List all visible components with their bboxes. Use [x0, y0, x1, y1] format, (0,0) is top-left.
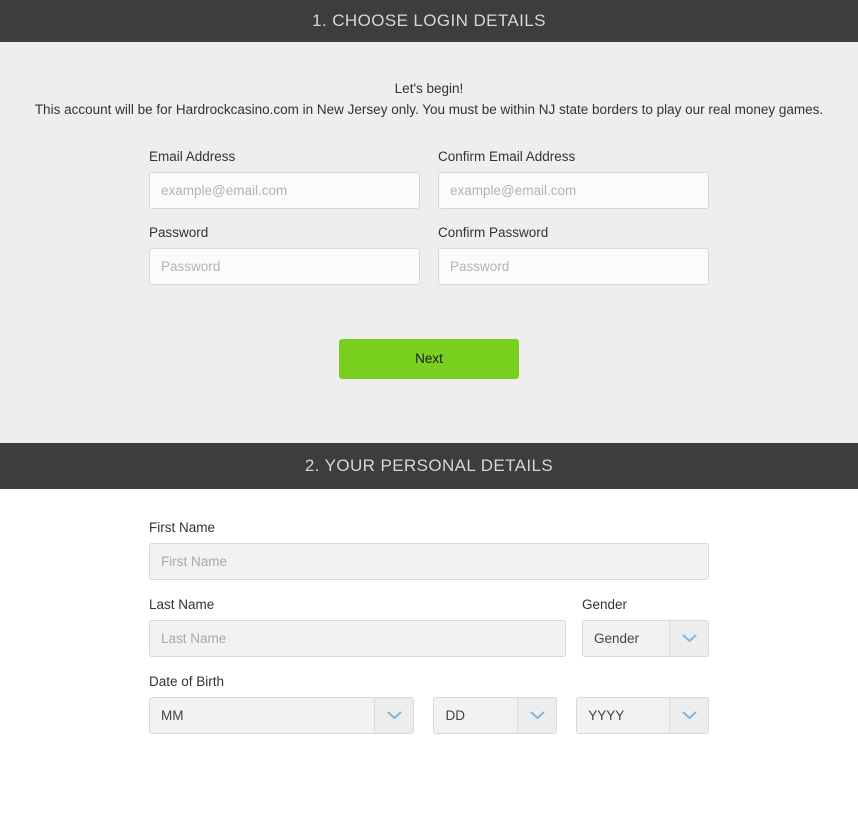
gender-select-value: Gender [594, 631, 640, 646]
login-details-body: Let's begin! This account will be for Ha… [0, 42, 858, 443]
chevron-down-icon[interactable] [669, 698, 708, 733]
section-login-details: 1. CHOOSE LOGIN DETAILS Let's begin! Thi… [0, 0, 858, 443]
birth-month-select[interactable]: MM [149, 697, 415, 734]
next-button[interactable]: Next [339, 339, 519, 379]
password-input[interactable] [149, 248, 420, 285]
intro-line-1: Let's begin! [394, 81, 464, 96]
last-name-gender-row: Last Name Gender Gender [149, 597, 709, 657]
confirm-email-field-group: Confirm Email Address [438, 149, 709, 209]
email-label: Email Address [149, 149, 236, 164]
password-label: Password [149, 225, 209, 240]
next-button-wrapper: Next [149, 301, 709, 379]
first-name-field-group: First Name [149, 520, 709, 580]
login-form: Email Address Confirm Email Address Pass… [149, 120, 709, 379]
chevron-down-icon[interactable] [517, 698, 557, 733]
personal-form: First Name Last Name Gender Gender [149, 489, 709, 734]
first-name-label: First Name [149, 520, 216, 535]
password-row: Password Confirm Password [149, 225, 709, 285]
confirm-password-field-group: Confirm Password [438, 225, 709, 285]
section-personal-details: 2. YOUR PERSONAL DETAILS First Name Last… [0, 443, 858, 771]
gender-field-group: Gender Gender [582, 597, 709, 657]
birth-day-select-value: DD [445, 708, 465, 723]
confirm-email-input[interactable] [438, 172, 709, 209]
last-name-input[interactable] [149, 620, 566, 657]
gender-label: Gender [582, 597, 628, 612]
email-row: Email Address Confirm Email Address [149, 149, 709, 209]
confirm-password-label: Confirm Password [438, 225, 549, 240]
last-name-field-group: Last Name [149, 597, 566, 657]
chevron-down-icon[interactable] [374, 698, 414, 733]
email-input[interactable] [149, 172, 420, 209]
date-of-birth-field-group: Date of Birth MM DD YYYY [149, 674, 709, 734]
first-name-input[interactable] [149, 543, 709, 580]
last-name-label: Last Name [149, 597, 215, 612]
email-field-group: Email Address [149, 149, 420, 209]
chevron-down-icon[interactable] [669, 621, 708, 656]
date-of-birth-label: Date of Birth [149, 674, 225, 689]
birth-year-select[interactable]: YYYY [576, 697, 709, 734]
birth-month-select-value: MM [161, 708, 184, 723]
birth-day-select[interactable]: DD [433, 697, 558, 734]
date-of-birth-row: MM DD YYYY [149, 697, 709, 734]
confirm-password-input[interactable] [438, 248, 709, 285]
section-header-login-details: 1. CHOOSE LOGIN DETAILS [0, 0, 858, 42]
gender-select[interactable]: Gender [582, 620, 709, 657]
intro-line-2: This account will be for Hardrockcasino.… [34, 102, 824, 117]
confirm-email-label: Confirm Email Address [438, 149, 576, 164]
section-header-personal-details: 2. YOUR PERSONAL DETAILS [0, 443, 858, 489]
password-field-group: Password [149, 225, 420, 285]
birth-year-select-value: YYYY [588, 708, 625, 723]
intro-text: Let's begin! This account will be for Ha… [0, 42, 858, 120]
personal-details-body: First Name Last Name Gender Gender [0, 489, 858, 771]
